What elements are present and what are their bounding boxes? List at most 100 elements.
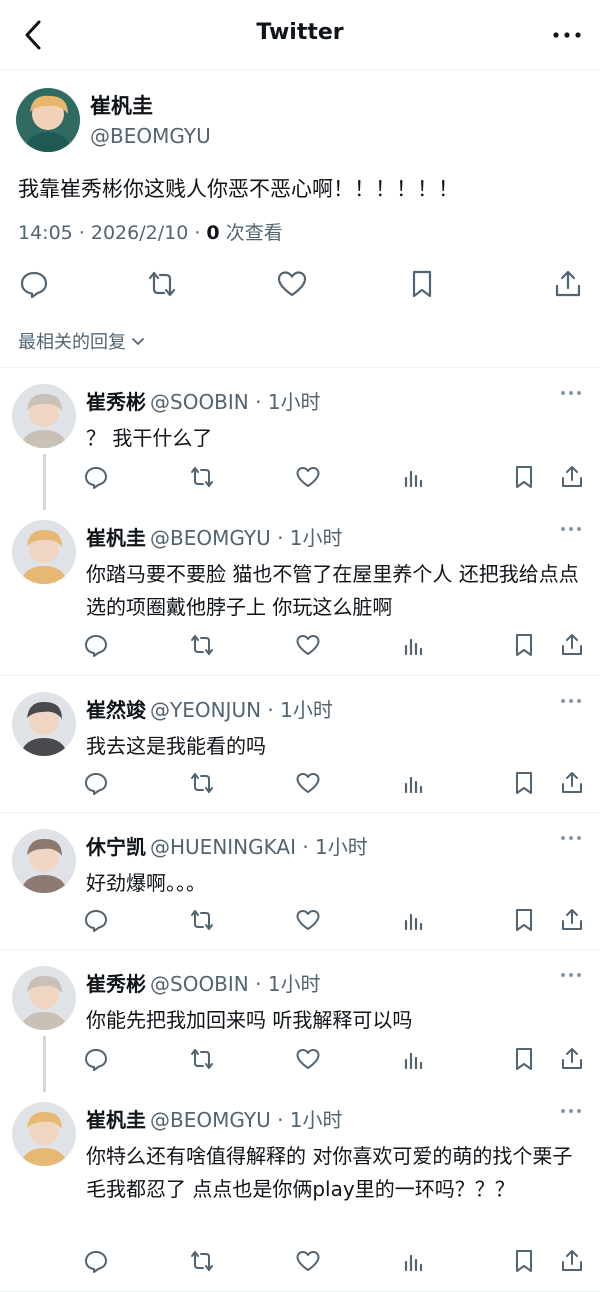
more-horizontal-icon[interactable] <box>550 18 584 52</box>
reply-text: 你踏马要不要脸 猫也不管了在屋里养个人 还把我给点点选的项圈戴他脖子上 你玩这么… <box>86 562 579 619</box>
reply-time: · 1小时 <box>270 1108 343 1132</box>
retweet-icon[interactable] <box>146 268 178 300</box>
main-tweet: 崔杋圭 @BEOMGYU 我靠崔秀彬你这贱人你恶不恶心啊！！！！！！ 14:05… <box>0 70 600 368</box>
views-label: 次查看 <box>219 222 283 244</box>
views-icon[interactable] <box>401 907 427 933</box>
author-name[interactable]: 崔杋圭 <box>90 90 153 120</box>
reply-handle[interactable]: @YEONJUN <box>150 698 261 722</box>
avatar[interactable] <box>12 384 76 448</box>
chevron-down-icon <box>130 333 146 349</box>
avatar[interactable] <box>12 520 76 584</box>
like-icon[interactable] <box>276 268 308 300</box>
bookmark-icon[interactable] <box>511 770 537 796</box>
reply-item[interactable]: 休宁凯 @HUENINGKAI · 1小时 好劲爆啊。。。 <box>0 813 600 950</box>
reply-icon[interactable] <box>83 464 109 490</box>
reply-handle[interactable]: @SOOBIN <box>150 390 249 414</box>
reply-icon[interactable] <box>83 632 109 658</box>
reply-icon[interactable] <box>18 268 50 300</box>
reply-text: 好劲爆啊。。。 <box>86 871 206 895</box>
sort-label: 最相关的回复 <box>18 332 126 353</box>
reply-item[interactable]: 崔杋圭 @BEOMGYU · 1小时 你特么还有啥值得解释的 对你喜欢可爱的萌的找… <box>0 1086 600 1292</box>
share-icon[interactable] <box>559 907 585 933</box>
more-horizontal-icon[interactable] <box>560 1106 582 1116</box>
views-icon[interactable] <box>401 770 427 796</box>
share-icon[interactable] <box>559 632 585 658</box>
bookmark-icon[interactable] <box>406 268 438 300</box>
retweet-icon[interactable] <box>189 632 215 658</box>
retweet-icon[interactable] <box>189 464 215 490</box>
reply-author[interactable]: 崔然竣 <box>86 698 146 722</box>
reply-author[interactable]: 崔秀彬 <box>86 972 146 996</box>
tweet-meta: 14:05 · 2026/2/10 · 0 次查看 <box>18 218 283 245</box>
reply-text: 你特么还有啥值得解释的 对你喜欢可爱的萌的找个栗子毛我都忍了 点点也是你俩pla… <box>86 1144 573 1201</box>
reply-handle[interactable]: @HUENINGKAI <box>150 835 296 859</box>
bookmark-icon[interactable] <box>511 632 537 658</box>
share-icon[interactable] <box>559 464 585 490</box>
reply-header: 崔然竣 @YEONJUN · 1小时 <box>86 694 333 723</box>
share-icon[interactable] <box>559 1046 585 1072</box>
reply-icon[interactable] <box>83 1248 109 1274</box>
reply-handle[interactable]: @BEOMGYU <box>150 526 271 550</box>
like-icon[interactable] <box>295 1046 321 1072</box>
reply-icon[interactable] <box>83 770 109 796</box>
avatar[interactable] <box>12 692 76 756</box>
reply-author[interactable]: 崔杋圭 <box>86 526 146 550</box>
author-handle[interactable]: @BEOMGYU <box>90 124 211 148</box>
reply-actions <box>0 632 600 662</box>
bookmark-icon[interactable] <box>511 464 537 490</box>
views-icon[interactable] <box>401 632 427 658</box>
like-icon[interactable] <box>295 632 321 658</box>
reply-author[interactable]: 休宁凯 <box>86 835 146 859</box>
reply-item[interactable]: 崔然竣 @YEONJUN · 1小时 我去这是我能看的吗 <box>0 676 600 813</box>
reply-header: 崔秀彬 @SOOBIN · 1小时 <box>86 386 321 415</box>
like-icon[interactable] <box>295 770 321 796</box>
retweet-icon[interactable] <box>189 1248 215 1274</box>
reply-icon[interactable] <box>83 907 109 933</box>
reply-author[interactable]: 崔杋圭 <box>86 1108 146 1132</box>
reply-handle[interactable]: @SOOBIN <box>150 972 249 996</box>
like-icon[interactable] <box>295 907 321 933</box>
share-icon[interactable] <box>559 770 585 796</box>
avatar[interactable] <box>12 966 76 1030</box>
retweet-icon[interactable] <box>189 907 215 933</box>
retweet-icon[interactable] <box>189 770 215 796</box>
retweet-icon[interactable] <box>189 1046 215 1072</box>
more-horizontal-icon[interactable] <box>560 833 582 843</box>
reply-item[interactable]: 崔杋圭 @BEOMGYU · 1小时 你踏马要不要脸 猫也不管了在屋里养个人 还把… <box>0 504 600 676</box>
reply-icon[interactable] <box>83 1046 109 1072</box>
bookmark-icon[interactable] <box>511 1046 537 1072</box>
views-icon[interactable] <box>401 1248 427 1274</box>
reply-actions <box>0 1248 600 1278</box>
page-title: Twitter <box>256 20 344 45</box>
reply-author[interactable]: 崔秀彬 <box>86 390 146 414</box>
reply-time: · 1小时 <box>261 698 333 722</box>
bookmark-icon[interactable] <box>511 907 537 933</box>
tweet-text: 我靠崔秀彬你这贱人你恶不恶心啊！！！！！！ <box>18 177 459 201</box>
like-icon[interactable] <box>295 464 321 490</box>
views-count: 0 <box>206 222 220 244</box>
share-icon[interactable] <box>559 1248 585 1274</box>
reply-text: ？ 我干什么了 <box>86 426 213 450</box>
reply-header: 崔杋圭 @BEOMGYU · 1小时 <box>86 522 343 551</box>
top-nav-bar: Twitter <box>0 0 600 70</box>
more-horizontal-icon[interactable] <box>560 696 582 706</box>
reply-handle[interactable]: @BEOMGYU <box>150 1108 271 1132</box>
views-icon[interactable] <box>401 1046 427 1072</box>
more-horizontal-icon[interactable] <box>560 970 582 980</box>
avatar[interactable] <box>16 88 80 152</box>
more-horizontal-icon[interactable] <box>560 388 582 398</box>
bookmark-icon[interactable] <box>511 1248 537 1274</box>
avatar[interactable] <box>12 1102 76 1166</box>
like-icon[interactable] <box>295 1248 321 1274</box>
avatar[interactable] <box>12 829 76 893</box>
reply-time: · 1小时 <box>248 972 321 996</box>
reply-header: 崔杋圭 @BEOMGYU · 1小时 <box>86 1104 343 1133</box>
reply-item[interactable]: 崔秀彬 @SOOBIN · 1小时 你能先把我加回来吗 听我解释可以吗 <box>0 950 600 1092</box>
reply-time: · 1小时 <box>295 835 368 859</box>
reply-header: 休宁凯 @HUENINGKAI · 1小时 <box>86 831 368 860</box>
reply-item[interactable]: 崔秀彬 @SOOBIN · 1小时 ？ 我干什么了 <box>0 368 600 510</box>
share-icon[interactable] <box>552 268 584 300</box>
more-horizontal-icon[interactable] <box>560 524 582 534</box>
sort-replies-dropdown[interactable]: 最相关的回复 <box>18 328 146 354</box>
views-icon[interactable] <box>401 464 427 490</box>
